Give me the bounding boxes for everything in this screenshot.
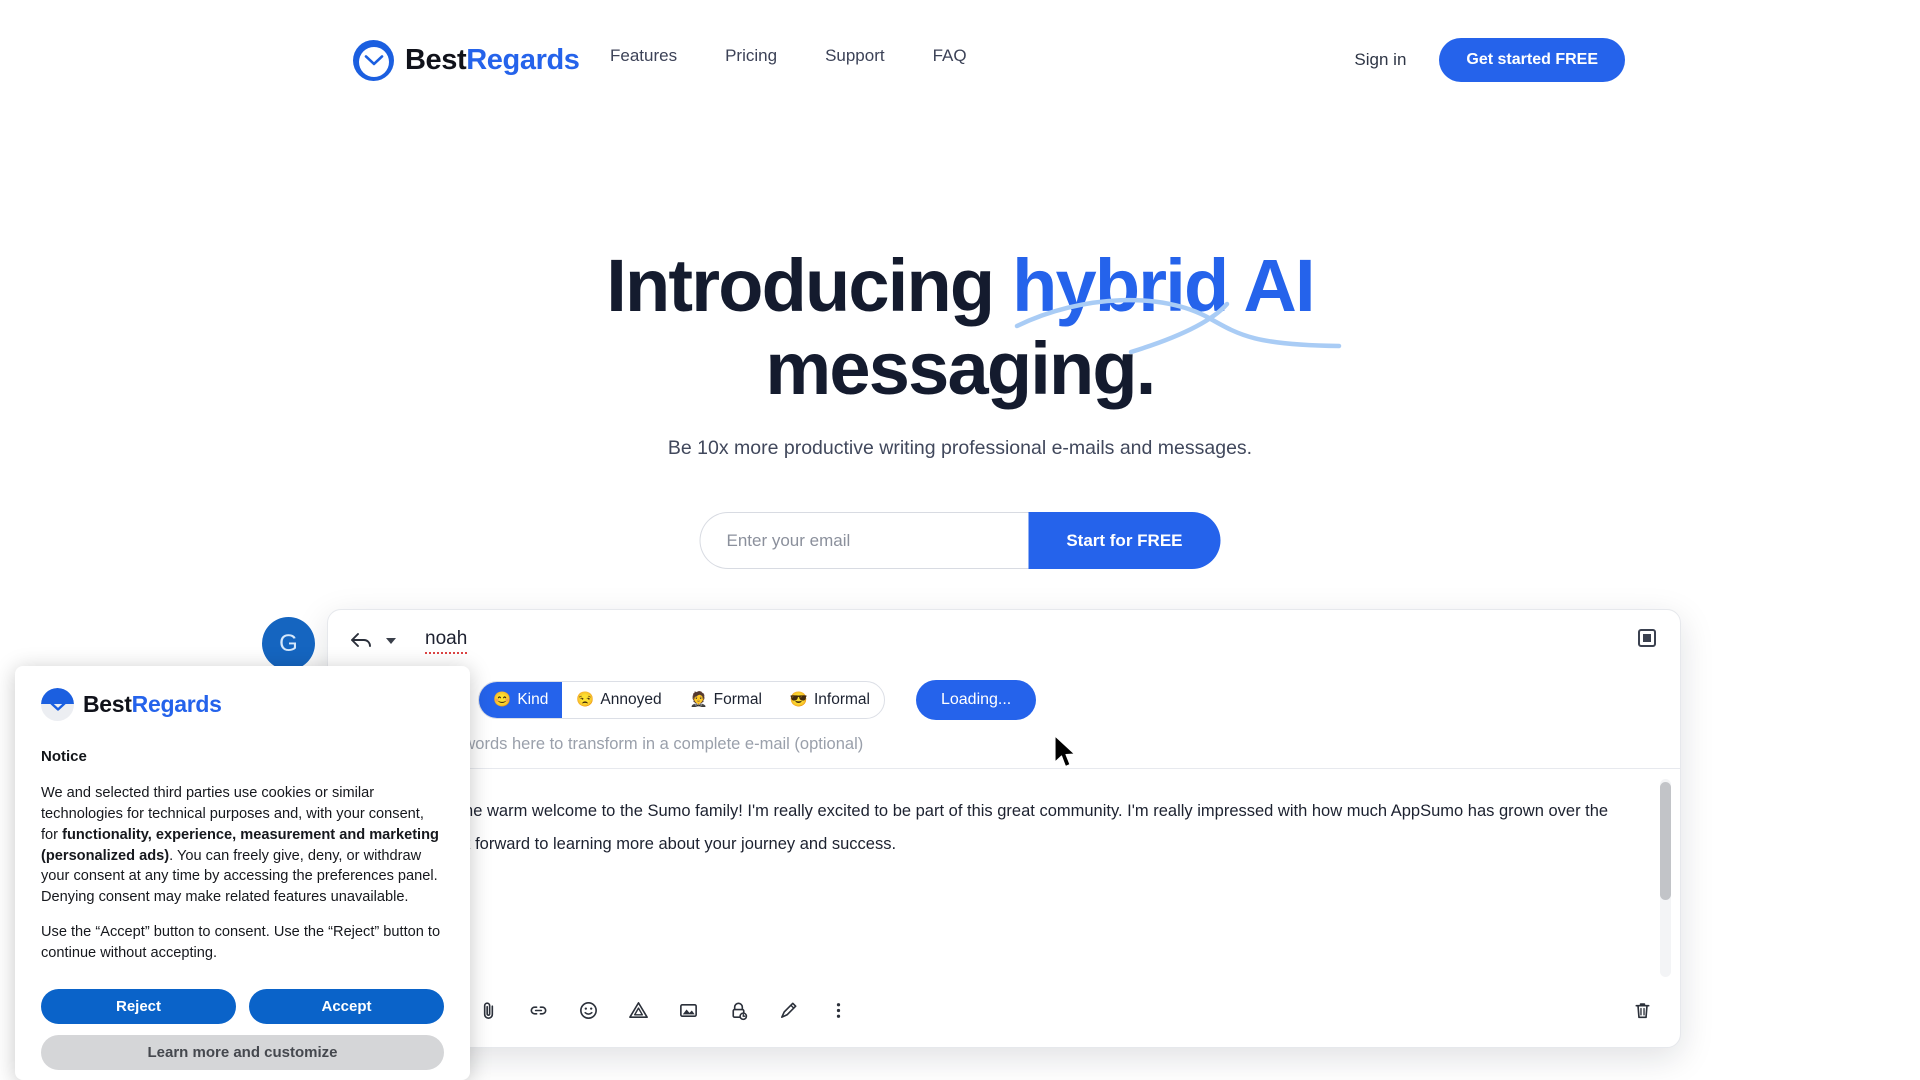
headline-accent: hybrid AI xyxy=(1012,244,1316,327)
insert-link-icon[interactable] xyxy=(527,999,550,1022)
compose-toolbar: A xyxy=(328,973,1680,1047)
more-options-icon[interactable] xyxy=(827,999,850,1022)
insert-photo-icon[interactable] xyxy=(677,999,700,1022)
body-scrollbar-thumb[interactable] xyxy=(1660,782,1671,900)
page-title: Introducing hybrid AI messaging. xyxy=(0,244,1920,411)
tone-selector-row: ❌ Negative 😊 Kind 😒 Annoyed 🤵 Formal 😎 I… xyxy=(328,672,1680,728)
tone-button-formal[interactable]: 🤵 Formal xyxy=(676,682,776,718)
cookie-brand-part2: Regards xyxy=(131,691,222,717)
cookie-paragraph-2: Use the “Accept” button to consent. Use … xyxy=(41,924,441,962)
confidential-mode-icon[interactable] xyxy=(727,999,750,1022)
nav-item-support[interactable]: Support xyxy=(825,46,885,66)
tone-button-kind[interactable]: 😊 Kind xyxy=(479,682,563,718)
insert-signature-icon[interactable] xyxy=(777,999,800,1022)
kind-emoji-icon: 😊 xyxy=(493,691,512,708)
tone-group-style: 😊 Kind 😒 Annoyed 🤵 Formal 😎 Informal xyxy=(478,681,885,719)
tone-label-formal: Formal xyxy=(713,691,762,708)
get-started-button[interactable]: Get started FREE xyxy=(1439,38,1625,82)
main-nav: Features Pricing Support FAQ xyxy=(610,46,967,66)
email-body-text: Thank you for the warm welcome to the Su… xyxy=(354,802,1609,853)
signup-form: Start for FREE xyxy=(699,512,1221,569)
recipient-name[interactable]: noah xyxy=(425,628,468,654)
informal-emoji-icon: 😎 xyxy=(789,691,808,708)
chevron-down-circle-logo-icon xyxy=(353,40,394,81)
cookie-action-buttons: Reject Accept xyxy=(41,988,444,1024)
tone-button-informal[interactable]: 😎 Informal xyxy=(776,682,884,718)
keyword-input[interactable]: Write some keywords here to transform in… xyxy=(328,728,1680,769)
headline-part1: Introducing xyxy=(606,244,1013,327)
email-body-area[interactable]: Thank you for the warm welcome to the Su… xyxy=(328,769,1680,987)
cookie-banner-brand: BestRegards xyxy=(41,688,444,721)
cookie-notice-title: Notice xyxy=(41,748,87,765)
compose-header: noah xyxy=(328,610,1680,672)
chevron-down-icon[interactable] xyxy=(386,638,396,644)
header-actions: Sign in Get started FREE xyxy=(1354,38,1625,82)
formal-emoji-icon: 🤵 xyxy=(689,691,708,708)
sign-in-link[interactable]: Sign in xyxy=(1354,50,1406,70)
brand-name: BestRegards xyxy=(405,44,580,77)
insert-drive-file-icon[interactable] xyxy=(627,999,650,1022)
cookie-consent-banner: BestRegards Notice We and selected third… xyxy=(15,666,470,1080)
hero-subheadline: Be 10x more productive writing professio… xyxy=(667,437,1253,459)
tone-label-annoyed: Annoyed xyxy=(600,691,662,708)
popout-window-icon[interactable] xyxy=(1638,629,1656,647)
tone-label-informal: Informal xyxy=(813,691,870,708)
avatar: G xyxy=(262,617,315,670)
cookie-brand-part1: Best xyxy=(83,691,132,717)
compose-email-card: noah ❌ Negative 😊 Kind 😒 Annoyed 🤵 Forma… xyxy=(327,609,1681,1048)
nav-item-pricing[interactable]: Pricing xyxy=(725,46,777,66)
email-input[interactable] xyxy=(699,512,1029,569)
chevron-down-circle-logo-icon xyxy=(41,688,74,721)
accept-button[interactable]: Accept xyxy=(249,988,444,1024)
brand-name-part2: Regards xyxy=(466,44,580,76)
reject-button[interactable]: Reject xyxy=(41,988,236,1024)
delete-draft-icon[interactable] xyxy=(1631,999,1654,1022)
learn-more-and-customize-button[interactable]: Learn more and customize xyxy=(41,1034,444,1070)
start-for-free-button[interactable]: Start for FREE xyxy=(1028,512,1221,569)
cookie-notice-body: We and selected third parties use cookie… xyxy=(41,783,444,964)
brand-logo[interactable]: BestRegards xyxy=(353,40,580,81)
generate-button[interactable]: Loading... xyxy=(915,680,1037,720)
nav-item-faq[interactable]: FAQ xyxy=(933,46,967,66)
headline-part2: messaging. xyxy=(765,326,1156,410)
site-header: BestRegards Features Pricing Support FAQ… xyxy=(0,0,1920,120)
nav-item-features[interactable]: Features xyxy=(610,46,677,66)
brand-name-part1: Best xyxy=(405,44,467,76)
insert-emoji-icon[interactable] xyxy=(577,999,600,1022)
annoyed-emoji-icon: 😒 xyxy=(576,691,595,708)
attach-file-icon[interactable] xyxy=(477,999,500,1022)
tone-button-annoyed[interactable]: 😒 Annoyed xyxy=(562,682,675,718)
tone-label-kind: Kind xyxy=(517,691,549,708)
reply-arrow-icon[interactable] xyxy=(350,632,372,650)
cookie-brand-name: BestRegards xyxy=(83,691,222,718)
